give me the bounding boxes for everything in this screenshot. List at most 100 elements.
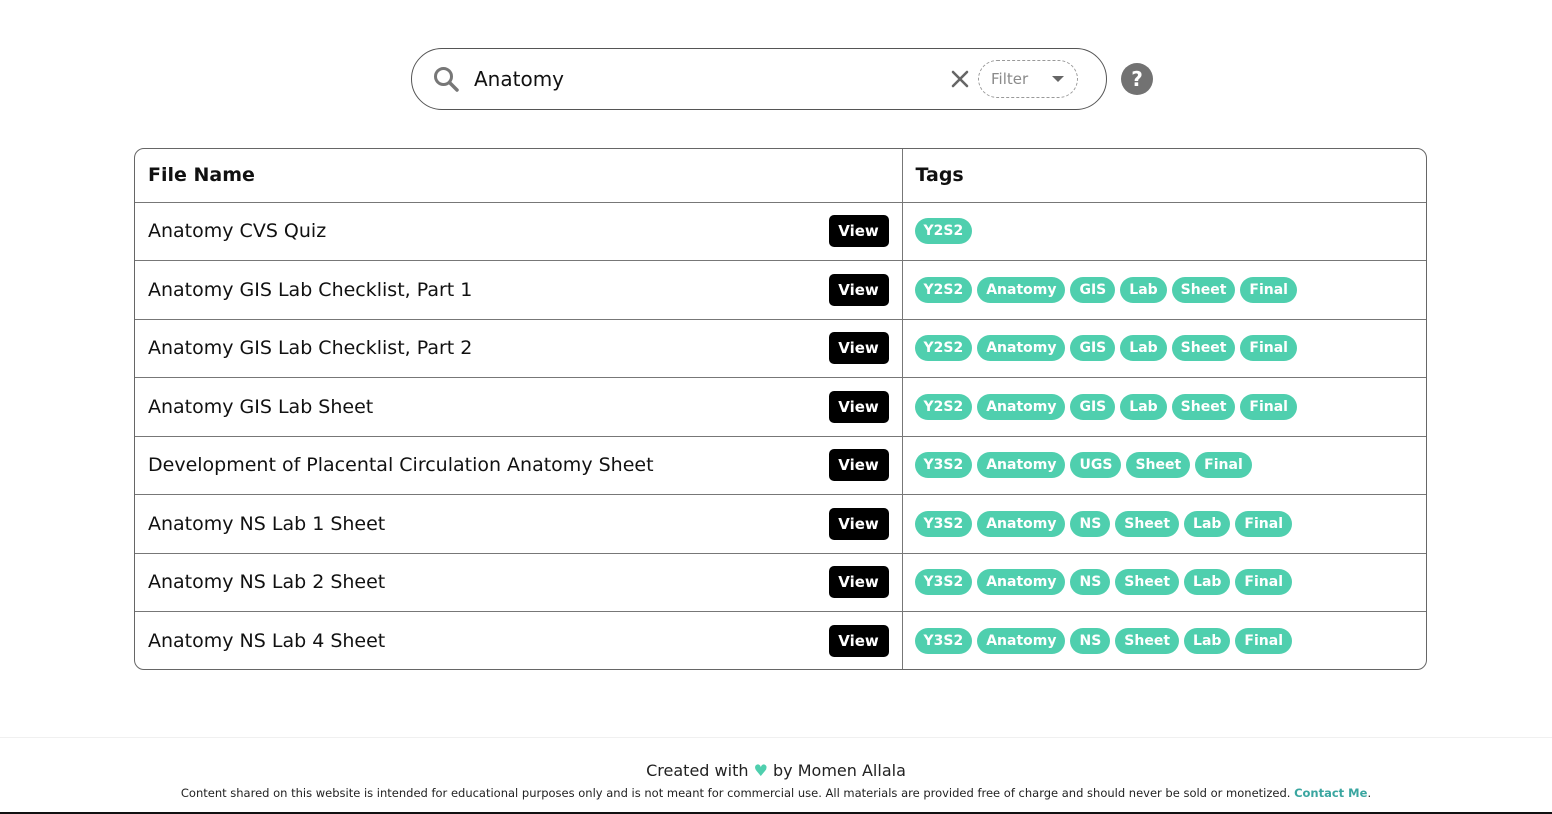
tags-cell: Y3S2 Anatomy UGS Sheet Final xyxy=(902,436,1426,495)
tag-badge[interactable]: Y2S2 xyxy=(914,276,973,303)
tag-badge[interactable]: Sheet xyxy=(1171,335,1236,362)
file-name-wrapper: Anatomy NS Lab 2 Sheet View xyxy=(135,554,902,612)
tag-badge[interactable]: NS xyxy=(1070,569,1111,596)
tag-badge[interactable]: Anatomy xyxy=(977,569,1066,596)
tag-badge[interactable]: Y3S2 xyxy=(914,510,973,537)
file-name-wrapper: Anatomy GIS Lab Sheet View xyxy=(135,378,902,436)
table-row: Development of Placental Circulation Ana… xyxy=(135,436,1426,495)
tag-badge[interactable]: Lab xyxy=(1184,510,1231,537)
tag-badge[interactable]: Lab xyxy=(1120,393,1167,420)
view-button[interactable]: View xyxy=(828,390,889,423)
file-name: Anatomy GIS Lab Checklist, Part 2 xyxy=(148,337,473,360)
search-icon[interactable] xyxy=(432,65,460,93)
tag-badge[interactable]: Final xyxy=(1235,569,1292,596)
credit-prefix: Created with xyxy=(646,761,749,780)
filter-placeholder: Filter xyxy=(991,70,1029,88)
file-name-cell: Anatomy GIS Lab Checklist, Part 1 View xyxy=(135,260,903,320)
tag-badge[interactable]: NS xyxy=(1070,510,1111,537)
tag-badge[interactable]: Anatomy xyxy=(977,393,1066,420)
file-name-cell: Anatomy NS Lab 4 Sheet View xyxy=(135,611,903,669)
tag-badge[interactable]: Sheet xyxy=(1171,393,1236,420)
view-button[interactable]: View xyxy=(828,507,889,540)
table-row: Anatomy GIS Lab Checklist, Part 1 View Y2S… xyxy=(135,260,1426,320)
tags-wrapper: Y3S2 Anatomy UGS Sheet Final xyxy=(903,437,1427,495)
tag-badge[interactable]: Anatomy xyxy=(977,276,1066,303)
tags-cell: Y3S2 Anatomy NS Sheet Lab Final xyxy=(902,612,1427,670)
tag-badge[interactable]: NS xyxy=(1070,628,1111,654)
file-name: Anatomy GIS Lab Sheet xyxy=(148,395,374,418)
view-button[interactable]: View xyxy=(828,273,889,306)
table-body: Anatomy CVS Quiz View Y2S2 Anatomy GIS Lab … xyxy=(135,202,1427,670)
tags-cell: Y2S2 xyxy=(902,202,1426,261)
tag-badge[interactable]: Y2S2 xyxy=(914,393,973,420)
tags-wrapper: Y2S2 Anatomy GIS Lab Sheet Final xyxy=(903,378,1427,436)
file-name-wrapper: Anatomy GIS Lab Checklist, Part 2 View xyxy=(135,320,902,378)
tag-badge[interactable]: Sheet xyxy=(1115,510,1180,537)
tag-badge[interactable]: Lab xyxy=(1120,335,1167,362)
file-name: Anatomy NS Lab 1 Sheet xyxy=(148,512,386,535)
tags-cell: Y3S2 Anatomy NS Sheet Lab Final xyxy=(902,553,1426,612)
tag-badge[interactable]: Final xyxy=(1240,393,1297,420)
file-name-wrapper: Anatomy NS Lab 1 Sheet View xyxy=(135,495,902,553)
file-name-wrapper: Anatomy CVS Quiz View xyxy=(135,203,902,261)
view-button[interactable]: View xyxy=(828,625,889,657)
tag-badge[interactable]: GIS xyxy=(1070,335,1116,362)
contact-link[interactable]: Contact Me xyxy=(1294,786,1367,800)
tag-badge[interactable]: Anatomy xyxy=(977,335,1066,362)
tag-badge[interactable]: Lab xyxy=(1184,569,1231,596)
tag-badge[interactable]: Lab xyxy=(1120,276,1167,303)
help-icon[interactable]: ? xyxy=(1121,63,1153,95)
tags-wrapper: Y2S2 Anatomy GIS Lab Sheet Final xyxy=(903,320,1427,378)
view-button[interactable]: View xyxy=(828,566,889,599)
files-table: File Name Tags Anatomy CVS Quiz View Y2S2 A… xyxy=(134,148,1427,670)
file-name-cell: Anatomy NS Lab 2 Sheet View xyxy=(135,553,903,612)
tag-badge[interactable]: Y2S2 xyxy=(914,335,973,362)
search-input[interactable] xyxy=(474,67,944,91)
view-button[interactable]: View xyxy=(828,449,889,482)
tag-badge[interactable]: Anatomy xyxy=(977,452,1066,479)
tags-wrapper: Y3S2 Anatomy NS Sheet Lab Final xyxy=(903,495,1427,553)
search-row: Filter ? xyxy=(411,48,1153,110)
header-tags: Tags xyxy=(902,149,1426,203)
tags-wrapper: Y2S2 xyxy=(903,203,1427,261)
view-button[interactable]: View xyxy=(828,332,889,365)
tag-badge[interactable]: Sheet xyxy=(1115,628,1180,654)
tag-badge[interactable]: Y3S2 xyxy=(914,628,973,654)
table-row: Anatomy NS Lab 1 Sheet View Y3S2 Anatomy NS S… xyxy=(135,494,1427,554)
tag-badge[interactable]: Anatomy xyxy=(977,628,1066,654)
tag-badge[interactable]: Y3S2 xyxy=(914,569,973,596)
tag-badge[interactable]: Sheet xyxy=(1115,569,1180,596)
file-name-cell: Anatomy GIS Lab Sheet View xyxy=(135,377,903,437)
filter-dropdown[interactable]: Filter xyxy=(978,60,1078,98)
tag-badge[interactable]: GIS xyxy=(1070,393,1116,420)
tag-badge[interactable]: Final xyxy=(1240,276,1297,303)
file-name: Anatomy CVS Quiz xyxy=(148,220,327,243)
table-row: Anatomy NS Lab 4 Sheet View Y3S2 Anatomy NS S… xyxy=(135,611,1427,670)
page: Filter ? File Name Tags Anatomy CVS Quiz… xyxy=(0,0,1552,814)
close-icon[interactable] xyxy=(948,67,972,91)
footer-credit: Created with ♥ by Momen Allala xyxy=(0,761,1552,780)
file-name-wrapper: Anatomy GIS Lab Checklist, Part 1 View xyxy=(135,261,902,319)
tag-badge[interactable]: Anatomy xyxy=(977,510,1066,537)
tag-badge[interactable]: Lab xyxy=(1184,628,1231,654)
tag-badge[interactable]: Y2S2 xyxy=(914,218,973,245)
tag-badge[interactable]: GIS xyxy=(1070,276,1116,303)
tag-badge[interactable]: Y3S2 xyxy=(914,452,973,479)
file-name: Development of Placental Circulation Ana… xyxy=(148,454,654,477)
tags-cell: Y2S2 Anatomy GIS Lab Sheet Final xyxy=(902,319,1426,378)
view-button[interactable]: View xyxy=(828,215,889,248)
tag-badge[interactable]: Sheet xyxy=(1126,452,1191,479)
footer-disclaimer: Content shared on this website is intend… xyxy=(0,786,1552,800)
tag-badge[interactable]: Sheet xyxy=(1171,276,1236,303)
tag-badge[interactable]: Final xyxy=(1235,510,1292,537)
tag-badge[interactable]: Final xyxy=(1235,628,1292,654)
tags-wrapper: Y3S2 Anatomy NS Sheet Lab Final xyxy=(903,612,1427,669)
credit-suffix: by Momen Allala xyxy=(773,761,906,780)
search-bar: Filter xyxy=(411,48,1107,110)
tag-badge[interactable]: Final xyxy=(1240,335,1297,362)
tag-badge[interactable]: Final xyxy=(1195,452,1252,479)
caret-down-icon xyxy=(1051,70,1065,88)
tag-badge[interactable]: UGS xyxy=(1070,452,1122,479)
contact-suffix: . xyxy=(1367,786,1372,800)
file-name-cell: Anatomy GIS Lab Checklist, Part 2 View xyxy=(135,319,903,378)
